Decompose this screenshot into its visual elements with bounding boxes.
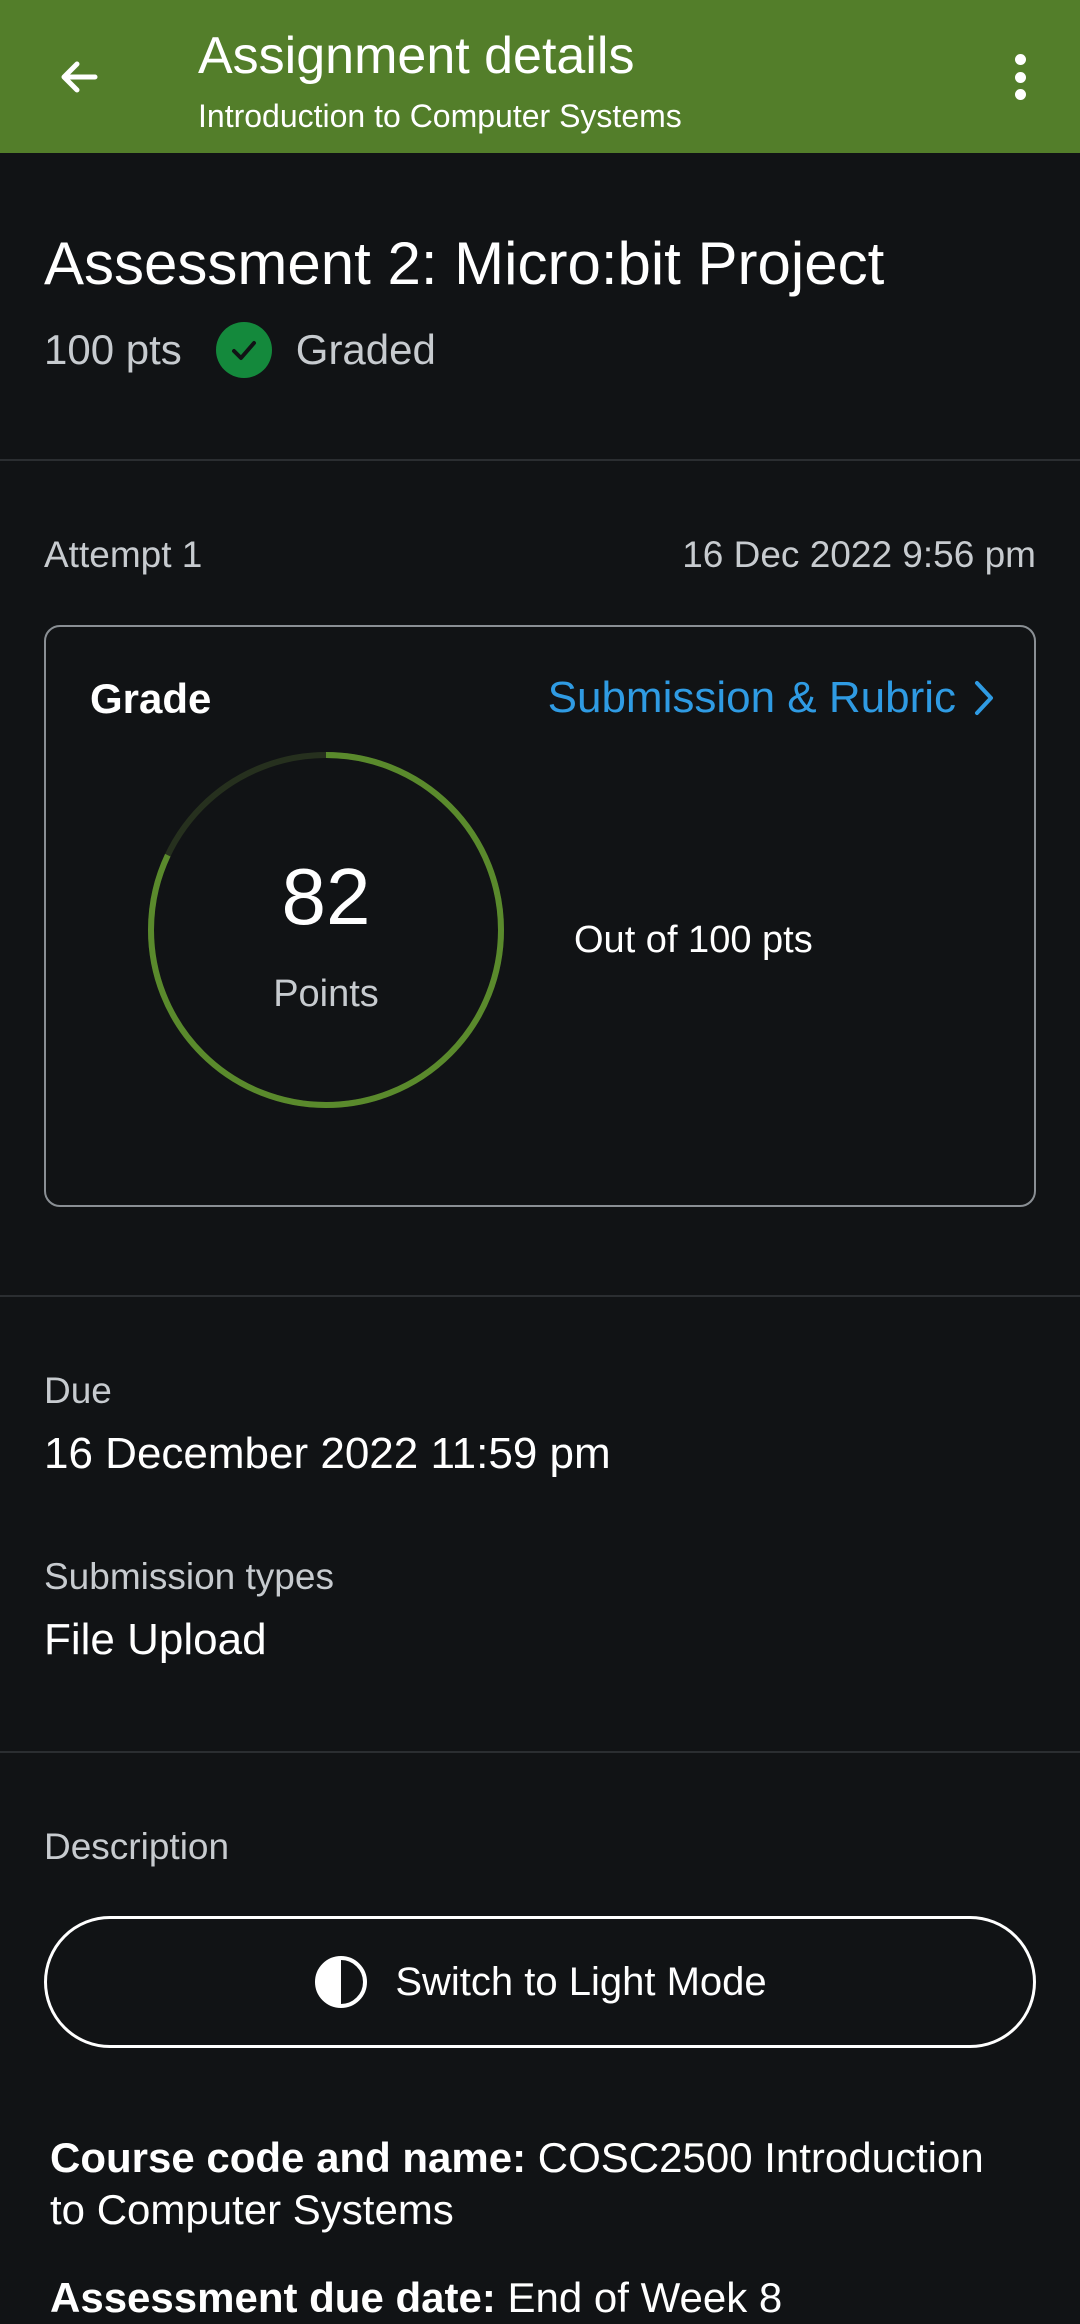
app-bar: Assignment details Introduction to Compu… — [0, 0, 1080, 153]
more-vertical-icon — [1014, 54, 1026, 65]
divider — [0, 459, 1080, 461]
attempt-date: 16 Dec 2022 9:56 pm — [682, 534, 1036, 575]
due-info-paragraph: Assessment due date: End of Week 8 — [50, 2272, 1030, 2324]
status-badge: Graded — [295, 326, 436, 373]
score-value: 82 — [281, 852, 371, 941]
grade-label: Grade — [90, 675, 212, 722]
divider — [0, 1751, 1080, 1753]
submission-types-value: File Upload — [44, 1615, 267, 1664]
due-label: Due — [44, 1370, 112, 1411]
submission-rubric-label: Submission & Rubric — [547, 673, 956, 722]
due-value: 16 December 2022 11:59 pm — [44, 1429, 611, 1478]
grade-card: Grade Submission & Rubric 82 Points Out … — [44, 625, 1036, 1207]
switch-mode-label: Switch to Light Mode — [395, 1959, 767, 2004]
submission-types-label: Submission types — [44, 1556, 334, 1597]
due-info-label: Assessment due date: — [50, 2274, 496, 2321]
divider — [0, 1295, 1080, 1297]
more-options-button[interactable] — [990, 46, 1050, 108]
chevron-right-icon — [972, 678, 996, 718]
score-unit: Points — [273, 973, 379, 1015]
due-info-value: End of Week 8 — [495, 2274, 783, 2321]
check-circle-icon — [215, 322, 272, 378]
course-info-label: Course code and name: — [50, 2134, 527, 2181]
switch-to-light-mode-button[interactable]: Switch to Light Mode — [44, 1916, 1036, 2048]
contrast-icon — [313, 1954, 369, 2010]
course-info-paragraph: Course code and name: COSC2500 Introduct… — [50, 2132, 1030, 2236]
arrow-left-icon — [61, 61, 98, 93]
assignment-title: Assessment 2: Micro:bit Project — [44, 230, 885, 297]
assignment-meta: 100 pts Graded — [44, 320, 436, 380]
course-subtitle: Introduction to Computer Systems — [198, 98, 682, 134]
submission-rubric-link[interactable]: Submission & Rubric — [548, 673, 996, 723]
page-title: Assignment details — [198, 27, 635, 85]
assignment-points: 100 pts — [44, 326, 182, 373]
attempt-label: Attempt 1 — [44, 534, 203, 575]
back-button[interactable] — [40, 38, 118, 116]
description-label: Description — [44, 1826, 230, 1867]
score-out-of: Out of 100 pts — [574, 919, 813, 961]
